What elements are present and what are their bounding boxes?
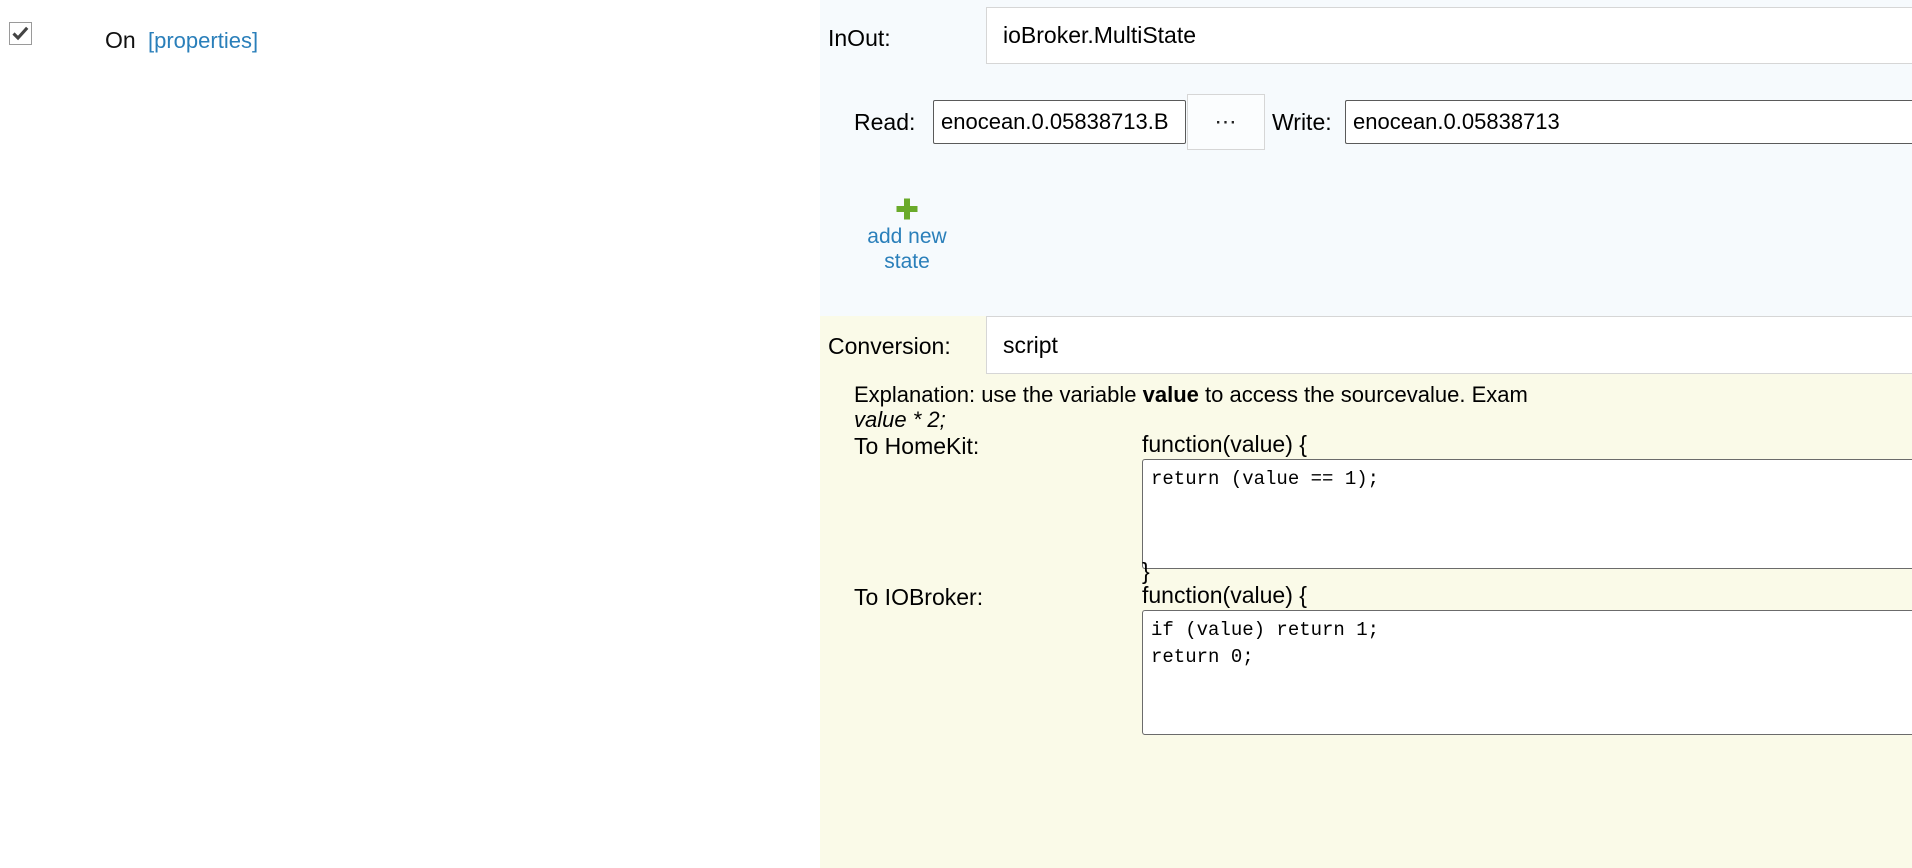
ellipsis-icon: ⋯: [1214, 109, 1238, 134]
to-iobroker-function-signature: function(value) {: [1142, 582, 1307, 608]
add-new-state-label: add new state: [867, 225, 947, 273]
checkmark-icon: [12, 26, 29, 41]
write-label: Write:: [1272, 109, 1332, 135]
to-iobroker-label: To IOBroker:: [854, 584, 984, 610]
conversion-label: Conversion:: [828, 333, 951, 359]
to-homekit-label: To HomeKit:: [854, 433, 980, 459]
add-new-state-button[interactable]: add new state: [864, 196, 950, 274]
conversion-explanation: Explanation: use the variable value to a…: [854, 382, 1912, 407]
write-input[interactable]: enocean.0.05838713: [1345, 100, 1912, 144]
conversion-explanation-example: value * 2;: [854, 407, 946, 432]
plus-icon: [896, 198, 918, 220]
inout-label: InOut:: [828, 25, 891, 51]
inout-select[interactable]: ioBroker.MultiState: [986, 7, 1912, 64]
device-name-label: On: [105, 27, 136, 53]
explanation-suffix: to access the sourcevalue. Exam: [1198, 382, 1528, 407]
to-iobroker-code-textarea[interactable]: if (value) return 1; return 0;: [1142, 610, 1912, 735]
device-list-column: On [properties]: [0, 0, 820, 868]
device-properties-link[interactable]: [properties]: [148, 27, 258, 55]
explanation-prefix: Explanation: use the variable: [854, 382, 1143, 407]
device-enabled-checkbox[interactable]: [9, 22, 32, 45]
read-label: Read:: [854, 109, 916, 135]
conversion-select[interactable]: script: [986, 316, 1912, 374]
device-settings-panel: InOut: ioBroker.MultiState Read: enocean…: [820, 0, 1912, 868]
to-homekit-function-signature: function(value) {: [1142, 431, 1307, 457]
conversion-section: Conversion: script Explanation: use the …: [820, 316, 1912, 868]
explanation-variable: value: [1142, 382, 1199, 407]
read-browse-button[interactable]: ⋯: [1187, 94, 1265, 150]
to-homekit-code-textarea[interactable]: return (value == 1);: [1142, 459, 1912, 569]
read-input[interactable]: enocean.0.05838713.B: [933, 100, 1186, 144]
